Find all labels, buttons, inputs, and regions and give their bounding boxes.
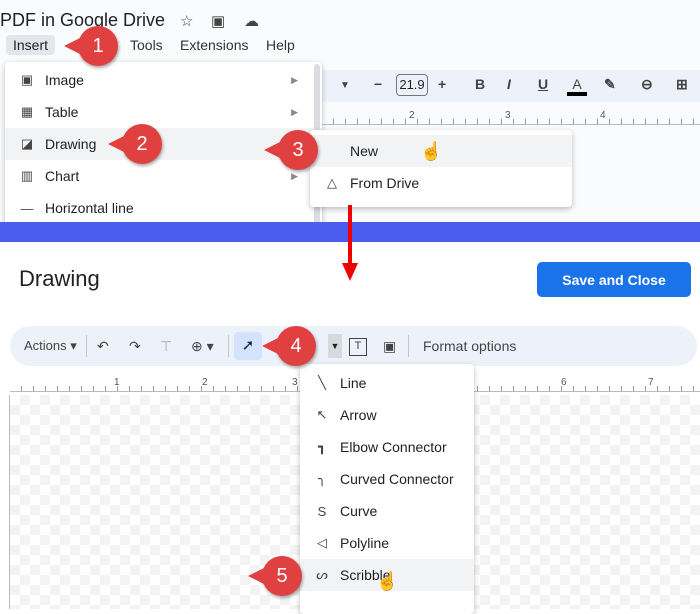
- divider: [408, 335, 409, 357]
- arrow-shaft: [348, 205, 352, 265]
- decrease-font-button[interactable]: −: [374, 76, 382, 92]
- menu-item-curved-connector[interactable]: ╮ Curved Connector: [300, 463, 474, 495]
- menu-item-from-drive[interactable]: △ From Drive: [310, 167, 572, 199]
- scribble-icon: ᔕ: [316, 567, 328, 582]
- hand-cursor-icon: ☝: [376, 571, 399, 591]
- drawing-submenu: New ☝ △ From Drive: [310, 130, 572, 207]
- ruler-label: 2: [202, 377, 208, 388]
- menu-item-image[interactable]: ▣ Image ▶: [5, 64, 322, 96]
- docs-window: PDF in Google Drive ☆ ▣ ☁ Insert Tools E…: [0, 0, 700, 222]
- ruler-label: 4: [600, 110, 606, 121]
- menu-item-label: Arrow: [340, 407, 377, 423]
- ruler-label: 3: [292, 377, 298, 388]
- line-icon: ╲: [318, 375, 326, 390]
- text-box-icon[interactable]: T: [349, 338, 367, 356]
- move-folder-icon[interactable]: ▣: [211, 12, 225, 30]
- hand-cursor-icon: ☝: [420, 141, 443, 161]
- undo-icon[interactable]: ↶: [97, 338, 109, 355]
- image-icon[interactable]: ▣: [383, 338, 396, 355]
- cloud-icon[interactable]: ☁: [244, 12, 259, 30]
- actions-label: Actions: [24, 338, 67, 353]
- menu-item-polyline[interactable]: ◁ Polyline: [300, 527, 474, 559]
- ruler-label: 7: [648, 377, 654, 388]
- menu-item-label: Drawing: [45, 136, 97, 152]
- zoom-icon[interactable]: ⊕ ▾: [191, 338, 214, 355]
- menu-item-label: Table: [45, 104, 79, 120]
- star-icon[interactable]: ☆: [180, 12, 193, 30]
- doc-title[interactable]: PDF in Google Drive: [0, 10, 165, 31]
- divider: [228, 335, 229, 357]
- increase-font-button[interactable]: +: [438, 76, 446, 92]
- menu-item-arrow[interactable]: ↖ Arrow: [300, 399, 474, 431]
- polyline-icon: ◁: [317, 535, 327, 550]
- menu-help[interactable]: Help: [266, 37, 295, 53]
- menu-item-label: From Drive: [350, 175, 420, 191]
- step-callout: 4: [262, 326, 316, 366]
- step-callout: 2: [108, 124, 162, 164]
- select-tool-icon[interactable]: ➚: [234, 332, 262, 360]
- link-icon[interactable]: ⊖: [641, 76, 653, 93]
- drawing-icon: ◪: [20, 136, 34, 151]
- save-and-close-button[interactable]: Save and Close: [537, 262, 691, 297]
- curved-connector-icon: ╮: [318, 471, 326, 486]
- menu-item-label: Curve: [340, 503, 378, 519]
- highlight-pen-icon[interactable]: ✎: [604, 76, 616, 93]
- menu-item-label: Elbow Connector: [340, 439, 447, 455]
- curve-icon: S: [317, 503, 327, 519]
- menu-item-label: Horizontal line: [45, 200, 134, 216]
- menu-item-new[interactable]: New ☝: [310, 135, 572, 167]
- menu-item-label: New: [350, 143, 379, 159]
- submenu-arrow-icon: ▶: [291, 170, 298, 181]
- menu-insert[interactable]: Insert: [6, 35, 56, 55]
- menu-item-label: Chart: [45, 168, 80, 184]
- menu-item-horizontal-line[interactable]: — Horizontal line: [5, 192, 322, 222]
- paint-format-icon[interactable]: ⊤: [160, 338, 172, 355]
- submenu-arrow-icon: ▶: [291, 74, 298, 85]
- menu-extensions[interactable]: Extensions: [180, 37, 248, 53]
- ruler-label: 6: [561, 377, 567, 388]
- add-comment-icon[interactable]: ⊞: [676, 76, 688, 93]
- menu-item-label: Curved Connector: [340, 471, 454, 487]
- actions-menu[interactable]: Actions ▾: [24, 338, 77, 354]
- menu-item-elbow-connector[interactable]: ┓ Elbow Connector: [300, 431, 474, 463]
- ruler-label: 2: [409, 110, 415, 121]
- underline-button[interactable]: U: [538, 76, 548, 92]
- step-callout: 1: [64, 26, 118, 66]
- redo-icon[interactable]: ↷: [129, 338, 141, 355]
- menu-item-label: Polyline: [340, 535, 390, 551]
- doc-ruler: [322, 105, 700, 125]
- line-type-menu: ╲ Line ↖ Arrow ┓ Elbow Connector ╮ Curved Co…: [300, 364, 474, 614]
- submenu-arrow-icon: ▶: [291, 106, 298, 117]
- menu-item-curve[interactable]: S Curve: [300, 495, 474, 527]
- menu-item-scribble[interactable]: ᔕ Scribble ☝: [300, 559, 474, 591]
- step-callout: 3: [264, 130, 318, 170]
- menu-item-label: Image: [45, 72, 84, 88]
- image-icon: ▣: [20, 72, 34, 87]
- ruler-label: 3: [505, 110, 511, 121]
- down-arrow-icon: [342, 263, 358, 281]
- chart-icon: ▥: [20, 168, 34, 183]
- text-color-button[interactable]: A: [567, 76, 587, 96]
- menu-tools[interactable]: Tools: [130, 37, 163, 53]
- ruler-label: 1: [114, 377, 120, 388]
- vertical-ruler: [0, 395, 10, 609]
- font-size-input[interactable]: 21.9: [396, 74, 428, 96]
- format-options-button[interactable]: Format options: [423, 338, 516, 354]
- bold-button[interactable]: B: [475, 76, 485, 92]
- divider: [86, 335, 87, 357]
- drawing-title: Drawing: [19, 266, 100, 291]
- drive-icon: △: [327, 175, 337, 190]
- arrow-icon: ↖: [316, 407, 328, 422]
- menu-item-chart[interactable]: ▥ Chart ▶: [5, 160, 322, 192]
- step-callout: 5: [248, 556, 302, 596]
- line-dropdown-button[interactable]: ▼: [328, 334, 342, 358]
- menu-item-table[interactable]: ▦ Table ▶: [5, 96, 322, 128]
- dropdown-arrow-icon[interactable]: ▼: [340, 80, 350, 91]
- table-icon: ▦: [20, 104, 34, 119]
- italic-button[interactable]: I: [507, 76, 511, 92]
- horizontal-line-icon: —: [20, 200, 34, 216]
- menu-item-label: Line: [340, 375, 367, 391]
- menu-item-line[interactable]: ╲ Line: [300, 367, 474, 399]
- elbow-connector-icon: ┓: [318, 439, 326, 454]
